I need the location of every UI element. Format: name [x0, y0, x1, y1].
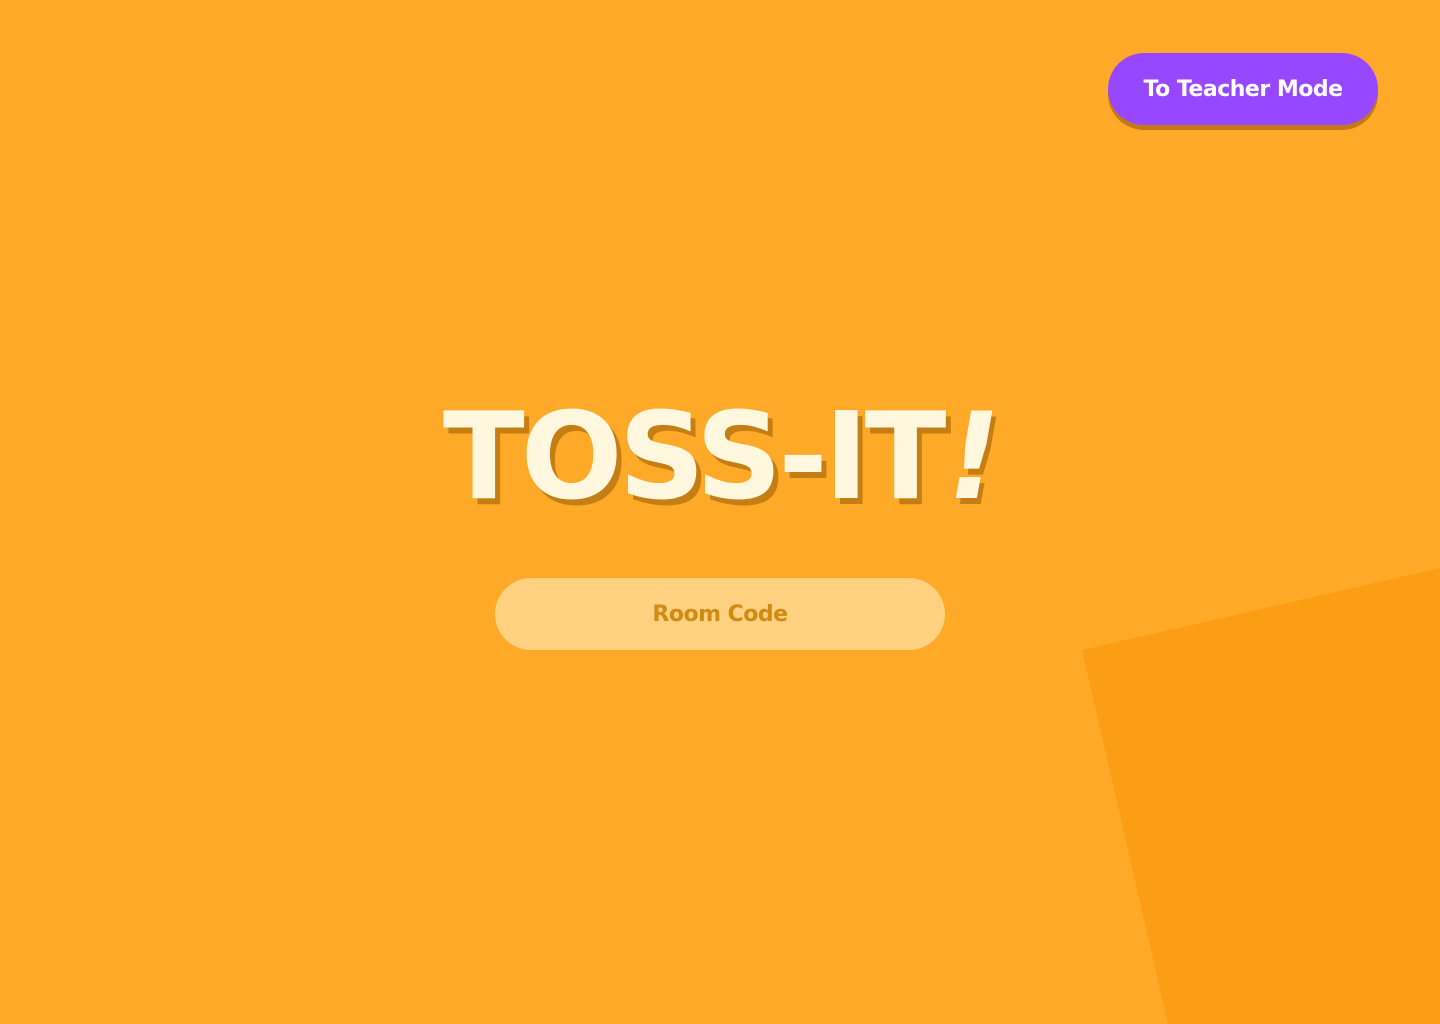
title-text: TOSS-IT: [442, 388, 947, 527]
app-logo-title: TOSS-IT!: [0, 388, 1440, 528]
teacher-mode-button[interactable]: To Teacher Mode: [1108, 53, 1378, 125]
room-code-input[interactable]: [495, 578, 945, 650]
title-exclamation: !: [934, 388, 1010, 527]
